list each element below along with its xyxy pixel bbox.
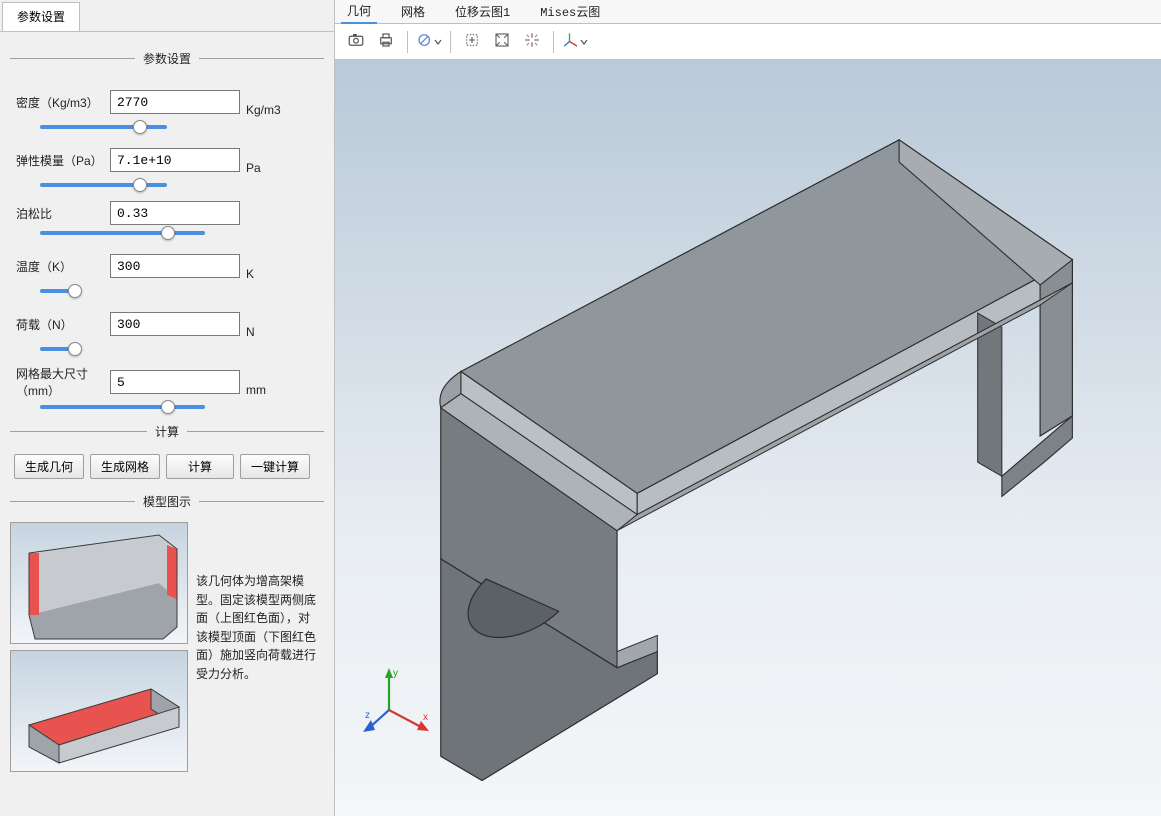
slider-density[interactable] xyxy=(40,125,240,129)
zoom-box-button[interactable] xyxy=(459,29,485,55)
input-load[interactable] xyxy=(110,312,240,336)
go-to-default-view-button[interactable] xyxy=(562,29,588,55)
print-button[interactable] xyxy=(373,29,399,55)
label-modulus: 弹性模量（Pa） xyxy=(10,152,110,169)
axis-triad-icon xyxy=(562,31,580,52)
slider-temperature[interactable] xyxy=(40,289,240,293)
unit-temperature: K xyxy=(246,267,254,283)
settings-panel: 参数设置 参数设置 密度（Kg/m3） Kg/m3 弹性模量（Pa） P xyxy=(0,0,335,816)
slider-poisson[interactable] xyxy=(40,231,240,235)
generate-geometry-button[interactable]: 生成几何 xyxy=(14,454,84,479)
zoom-selected-button[interactable] xyxy=(519,29,545,55)
model-preview-thumb-2 xyxy=(10,650,188,772)
zoom-selected-icon xyxy=(523,31,541,52)
unit-modulus: Pa xyxy=(246,161,261,177)
input-poisson[interactable] xyxy=(110,201,240,225)
svg-text:x: x xyxy=(423,712,428,723)
viewport-panel: 几何 网格 位移云图1 Mises云图 xyxy=(335,0,1161,816)
unit-load: N xyxy=(246,325,255,341)
slider-load[interactable] xyxy=(40,347,240,351)
transparency-button[interactable] xyxy=(416,29,442,55)
model-preview-thumb-1 xyxy=(10,522,188,644)
compute-button[interactable]: 计算 xyxy=(166,454,234,479)
chevron-down-icon xyxy=(434,38,442,46)
legend-compute: 计算 xyxy=(147,423,187,440)
tab-geometry[interactable]: 几何 xyxy=(341,0,377,24)
model-description: 该几何体为增高架模型。固定该模型两侧底面（上图红色面），对该模型顶面（下图红色面… xyxy=(194,570,318,772)
zoom-extents-button[interactable] xyxy=(489,29,515,55)
tab-parameter-settings[interactable]: 参数设置 xyxy=(2,2,80,31)
tab-mises[interactable]: Mises云图 xyxy=(534,0,606,23)
label-load: 荷载（N） xyxy=(10,316,110,333)
legend-parameters: 参数设置 xyxy=(135,50,199,67)
unit-density: Kg/m3 xyxy=(246,103,281,119)
legend-model-images: 模型图示 xyxy=(135,493,199,510)
label-poisson: 泊松比 xyxy=(10,205,110,222)
axis-triad: y x z xyxy=(363,666,433,736)
input-mesh-size[interactable] xyxy=(110,370,240,394)
zoom-box-icon xyxy=(463,31,481,52)
model-rendering xyxy=(335,60,1161,816)
slider-mesh-size[interactable] xyxy=(40,405,240,409)
input-density[interactable] xyxy=(110,90,240,114)
camera-icon xyxy=(347,31,365,52)
tab-displacement[interactable]: 位移云图1 xyxy=(449,0,516,23)
fieldset-parameters: 参数设置 密度（Kg/m3） Kg/m3 弹性模量（Pa） Pa xyxy=(10,50,324,409)
circle-slash-icon xyxy=(416,31,434,52)
one-key-compute-button[interactable]: 一键计算 xyxy=(240,454,310,479)
fieldset-model-images: 模型图示 xyxy=(10,493,324,772)
label-mesh-size: 网格最大尺寸（mm） xyxy=(10,365,110,399)
unit-mesh-size: mm xyxy=(246,383,266,399)
label-temperature: 温度（K） xyxy=(10,258,110,275)
settings-tabstrip: 参数设置 xyxy=(0,0,334,32)
slider-modulus[interactable] xyxy=(40,183,240,187)
label-density: 密度（Kg/m3） xyxy=(10,94,110,111)
input-modulus[interactable] xyxy=(110,148,240,172)
fieldset-compute: 计算 生成几何 生成网格 计算 一键计算 xyxy=(10,423,324,479)
tab-mesh[interactable]: 网格 xyxy=(395,0,431,23)
viewport-toolbar xyxy=(335,24,1161,60)
viewport-3d[interactable]: y x z xyxy=(335,60,1161,816)
zoom-extents-icon xyxy=(493,31,511,52)
printer-icon xyxy=(377,31,395,52)
screenshot-button[interactable] xyxy=(343,29,369,55)
svg-text:y: y xyxy=(393,668,398,679)
chevron-down-icon xyxy=(580,38,588,46)
view-tabstrip: 几何 网格 位移云图1 Mises云图 xyxy=(335,0,1161,24)
input-temperature[interactable] xyxy=(110,254,240,278)
generate-mesh-button[interactable]: 生成网格 xyxy=(90,454,160,479)
svg-text:z: z xyxy=(365,710,370,721)
